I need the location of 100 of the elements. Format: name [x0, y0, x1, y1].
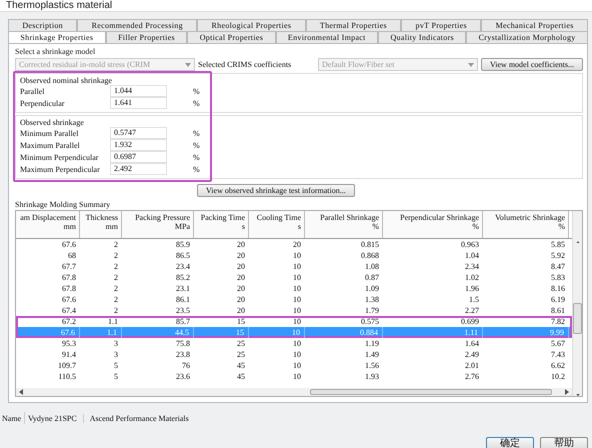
table-cell-text: 23.1	[175, 283, 191, 294]
table-cell-text: 2.27	[464, 305, 480, 316]
input-field[interactable]: 1.641	[110, 97, 167, 109]
input-field[interactable]: 1.044	[110, 85, 167, 97]
table-cell-text: 5	[113, 360, 119, 371]
table-row[interactable]: 67.7 2 23.4 20 10 1.08 2.34 8.47	[16, 261, 572, 272]
tab[interactable]: Quality Indicators	[378, 31, 466, 43]
table-cell-text: 0.963	[460, 239, 480, 250]
scroll-up-arrow-icon[interactable]	[574, 241, 580, 244]
scroll-left-arrow-icon[interactable]	[19, 389, 23, 395]
test-information-button[interactable]: View observed shrinkage test information...	[197, 184, 355, 197]
column-header[interactable]: Cooling Time s	[249, 211, 305, 238]
table-cell-text: 1.56	[364, 360, 380, 371]
table-cell-text: 67.6	[61, 294, 77, 305]
input-field[interactable]: 0.6987	[110, 151, 167, 163]
column-header[interactable]: Parallel Shrinkage %	[305, 211, 383, 238]
table-cell-text: 8.61	[550, 305, 566, 316]
unit-label: mm	[106, 222, 118, 231]
table-cell-text: 20	[292, 239, 302, 250]
field-label: Maximum Parallel	[20, 140, 81, 150]
tab[interactable]: Thermal Properties	[306, 19, 402, 31]
unit-label: %	[193, 140, 200, 150]
group-title: Select a shrinkage model	[15, 47, 96, 57]
table-cell: 67.6	[16, 327, 80, 338]
table-cell-text: 2	[113, 283, 119, 294]
table-cell-text: 1.19	[364, 338, 380, 349]
table-cell-text: 1.1	[107, 316, 119, 327]
table-cell-text: 2.34	[464, 261, 480, 272]
table-row[interactable]: 67.2 1.1 85.7 15 10 0.575 0.699 7.82	[16, 316, 572, 327]
scrollbar-thumb[interactable]	[310, 389, 552, 395]
unit-label: MPa	[174, 222, 190, 231]
tab[interactable]: Optical Properties	[187, 31, 276, 43]
table-cell-text: 1.64	[464, 338, 480, 349]
column-header[interactable]: Volumetric Shrinkage %	[483, 211, 569, 238]
table-cell-text: 75.8	[175, 338, 191, 349]
tab[interactable]: Recommended Processing	[77, 19, 198, 31]
unit-label: s	[242, 222, 245, 231]
table-row[interactable]: 67.6 2 86.1 20 10 1.38 1.5 6.19	[16, 294, 572, 305]
column-header[interactable]: Packing Pressure MPa	[122, 211, 194, 238]
column-header[interactable]: am Displacement mm	[16, 211, 80, 238]
table-cell-text: 10	[292, 250, 302, 261]
input-field[interactable]: 1.932	[110, 139, 167, 151]
table-cell-text: 0.868	[360, 250, 380, 261]
dialog-button[interactable]: 帮助	[540, 437, 588, 448]
tab[interactable]: pvT Properties	[401, 19, 482, 31]
table-row[interactable]: 109.7 5 76 45 10 1.56 2.01 6.62	[16, 360, 572, 371]
tab[interactable]: Rheological Properties	[197, 19, 306, 31]
tab[interactable]: Description	[8, 19, 78, 31]
tab[interactable]: Mechanical Properties	[481, 19, 588, 31]
tab[interactable]: Crystallization Morphology	[466, 31, 588, 43]
table-cell-text: 25	[236, 349, 246, 360]
table-cell-text: 10	[292, 305, 302, 316]
table-cell-text: 67.4	[61, 305, 77, 316]
table-row[interactable]: 95.3 3 75.8 25 10 1.19 1.64 5.67	[16, 338, 572, 349]
table-cell-text: 8.16	[550, 283, 566, 294]
table-cell: 9.99	[483, 327, 569, 338]
table-cell: 15	[194, 327, 249, 338]
table-cell-text: 95.3	[61, 338, 77, 349]
unit-label: %	[472, 222, 479, 231]
column-header[interactable]: Thickness mm	[80, 211, 122, 238]
table-cell-text: 20	[236, 261, 246, 272]
column-header[interactable]: Packing Time s	[194, 211, 249, 238]
header-label: Perpendicular Shrinkage	[400, 213, 479, 222]
table-cell-text: 0.815	[360, 239, 380, 250]
tab[interactable]: Environmental Impact	[276, 31, 378, 43]
horizontal-scrollbar[interactable]	[16, 388, 572, 396]
table-row[interactable]: 67.8 2 85.2 20 10 0.87 1.02 5.83	[16, 272, 572, 283]
table-cell-text: 67.8	[61, 272, 77, 283]
view-coefficients-button[interactable]: View model coefficients...	[480, 58, 583, 70]
field-label: Name	[2, 414, 22, 422]
tab[interactable]: Shrinkage Properties	[8, 31, 106, 43]
table-cell-text: 10	[292, 338, 302, 349]
table-row[interactable]: 68 2 86.5 20 10 0.868 1.04 5.92	[16, 250, 572, 261]
unit-label: s	[298, 222, 301, 231]
scrollbar-thumb[interactable]	[573, 303, 582, 334]
table-cell-text: 5.85	[550, 239, 566, 250]
tab[interactable]: Filler Properties	[106, 31, 188, 43]
vertical-scrollbar[interactable]	[572, 211, 582, 396]
header-label: Cooling Time	[256, 213, 301, 222]
table-cell-text: 0.87	[364, 272, 380, 283]
scroll-down-arrow-icon[interactable]	[574, 394, 580, 396]
table-cell-text: 1.49	[364, 349, 380, 360]
table-row[interactable]: 110.5 5 23.6 45 10 1.93 2.76 10.2	[16, 371, 572, 382]
table-cell-text: 10	[292, 272, 302, 283]
table-row[interactable]: 91.4 3 23.8 25 10 1.49 2.49 7.43	[16, 349, 572, 360]
dialog-button[interactable]: 确定	[486, 437, 534, 448]
column-header[interactable]: Perpendicular Shrinkage %	[383, 211, 483, 238]
unit-label: %	[372, 222, 379, 231]
table-row[interactable]: 67.8 2 23.1 20 10 1.09 1.96 8.16	[16, 283, 572, 294]
input-field[interactable]: 2.492	[110, 163, 167, 175]
table-cell-text: 10	[292, 349, 302, 360]
header-label: Packing Time	[200, 213, 245, 222]
table-cell-text: 86.5	[175, 250, 191, 261]
table-row[interactable]: 67.4 2 23.5 20 10 1.79 2.27 8.61	[16, 305, 572, 316]
table-row[interactable]: 67.6 2 85.9 20 20 0.815 0.963 5.85	[16, 239, 572, 250]
scroll-right-arrow-icon[interactable]	[565, 389, 569, 395]
table-cell-text: 10	[292, 360, 302, 371]
table-cell-text: 1.38	[364, 294, 380, 305]
header-label: am Displacement	[20, 213, 76, 222]
input-field[interactable]: 0.5747	[110, 127, 167, 139]
